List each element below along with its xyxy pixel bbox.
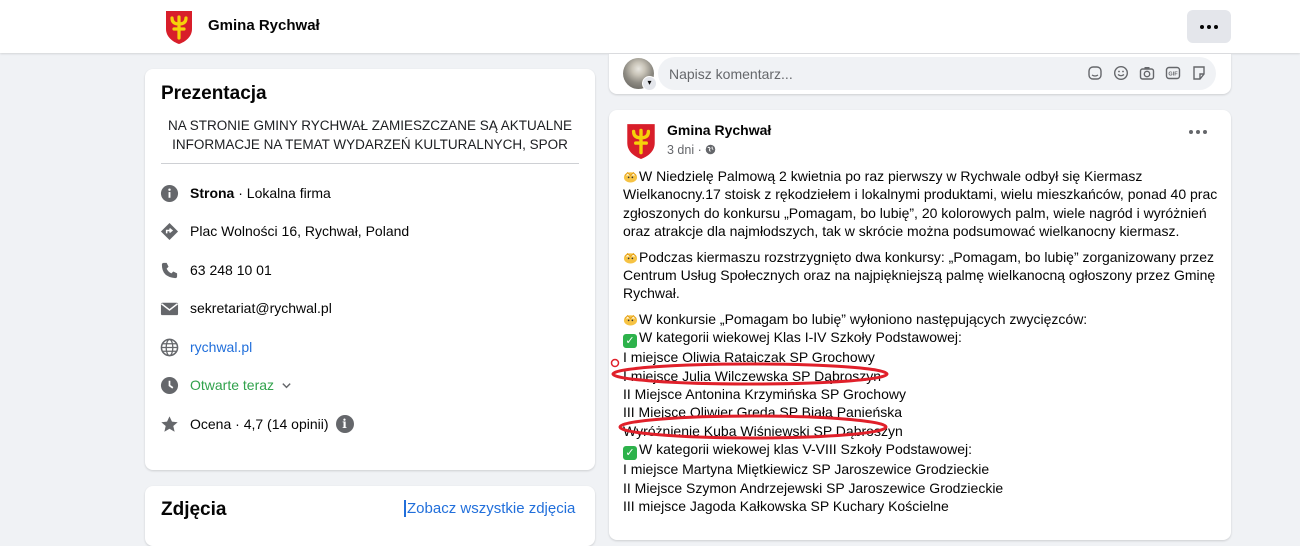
- chick-emoji-icon: [623, 314, 638, 326]
- address-row[interactable]: Plac Wolności 16, Rychwał, Poland: [159, 221, 409, 241]
- result-line: I miejsce Julia Wilczewska SP Dąbroszyn: [623, 367, 882, 384]
- more-dots-icon: [1200, 24, 1218, 29]
- phone-row[interactable]: 63 248 10 01: [159, 260, 272, 280]
- page-category: · Lokalna firma: [234, 185, 331, 201]
- rating-row: Ocena · 4,7 (14 opinii) i: [159, 414, 354, 434]
- top-bar: Gmina Rychwał: [0, 0, 1300, 53]
- info-circle-icon: [159, 183, 179, 203]
- post-timestamp[interactable]: 3 dni ·: [667, 143, 716, 157]
- svg-text:GIF: GIF: [1168, 72, 1178, 78]
- post-line: W Niedzielę Palmową 2 kwietnia po raz pi…: [639, 168, 1143, 184]
- page-type-row: Strona · Lokalna firma: [159, 183, 331, 203]
- intro-card: Prezentacja NA STRONIE GMINY RYCHWAŁ ZAM…: [145, 69, 595, 470]
- divider: [161, 163, 579, 164]
- result-line: I miejsce Oliwia Ratajczak SP Grochowy: [623, 349, 875, 366]
- post-paragraph: W Niedzielę Palmową 2 kwietnia po raz pi…: [623, 167, 1219, 241]
- results-list: W konkursie „Pomagam bo lubię” wyłoniono…: [623, 310, 1219, 516]
- sticker-icon[interactable]: [1191, 65, 1207, 81]
- result-line: II Miejsce Szymon Andrzejewski SP Jarosz…: [623, 479, 1004, 496]
- intro-description-line: INFORMACJE NA TEMAT WYDARZEŃ KULTURALNYC…: [172, 137, 568, 152]
- globe-icon: [705, 144, 716, 155]
- comment-tools: GIF: [1087, 65, 1207, 81]
- chevron-down-icon[interactable]: ▾: [642, 76, 657, 91]
- result-line: II Miejsce Antonina Krzymińska SP Grocho…: [623, 386, 906, 403]
- page-name[interactable]: Gmina Rychwał: [208, 17, 320, 34]
- star-icon: [159, 414, 179, 434]
- author-avatar-icon[interactable]: [625, 122, 657, 160]
- website-link[interactable]: rychwal.pl: [190, 339, 252, 355]
- post-card: Gmina Rychwał 3 dni · W Niedzielę Palmow…: [609, 110, 1231, 540]
- photos-title: Zdjęcia: [161, 499, 227, 520]
- post-author[interactable]: Gmina Rychwał: [667, 122, 771, 138]
- post-line: Wielkanocny.17 stoisk z rękodziełem i lo…: [623, 186, 1218, 203]
- category-heading: W kategorii wiekowej Klas I-IV Szkoły Po…: [639, 329, 962, 346]
- envelope-icon: [159, 298, 179, 318]
- comment-composer: ▾ Napisz komentarz... GIF: [609, 54, 1231, 94]
- post-options-icon[interactable]: [1189, 130, 1207, 134]
- intro-description: NA STRONIE GMINY RYCHWAŁ ZAMIESZCZANE SĄ…: [161, 116, 579, 154]
- post-line: zgłoszonych do konkursu „Pomagam, bo lub…: [623, 204, 1207, 221]
- intro-description-line: NA STRONIE GMINY RYCHWAŁ ZAMIESZCZANE SĄ…: [167, 118, 573, 133]
- intro-title: Prezentacja: [161, 83, 267, 104]
- post-paragraph: Podczas kiermaszu rozstrzygnięto dwa kon…: [623, 248, 1219, 303]
- see-all-photos-link[interactable]: Zobacz wszystkie zdjęcia: [404, 500, 575, 517]
- post-line: Centrum Usług Społecznych oraz na najpię…: [623, 267, 1216, 284]
- result-line: III miejsce Jagoda Kałkowska SP Kuchary …: [623, 498, 949, 515]
- photos-card: Zdjęcia Zobacz wszystkie zdjęcia: [145, 486, 595, 546]
- camera-icon[interactable]: [1139, 65, 1155, 81]
- comment-input[interactable]: Napisz komentarz... GIF: [658, 57, 1216, 90]
- check-mark-icon: ✓: [623, 446, 637, 461]
- phone-text[interactable]: 63 248 10 01: [190, 262, 272, 278]
- category-heading: W kategorii wiekowej klas V-VIII Szkoły …: [639, 441, 973, 458]
- globe-icon: [159, 337, 179, 357]
- chick-emoji-icon: [623, 171, 638, 183]
- post-line: Rychwał.: [623, 285, 680, 302]
- check-mark-icon: ✓: [623, 334, 637, 349]
- gif-icon[interactable]: GIF: [1165, 65, 1181, 81]
- email-row[interactable]: sekretariat@rychwal.pl: [159, 298, 332, 318]
- comment-placeholder: Napisz komentarz...: [669, 66, 793, 82]
- chick-emoji-icon: [623, 252, 638, 264]
- rating-text: Ocena · 4,7 (14 opinii): [190, 416, 329, 432]
- emoji-icon[interactable]: [1113, 65, 1129, 81]
- chevron-down-icon[interactable]: [281, 380, 292, 391]
- results-intro: W konkursie „Pomagam bo lubię” wyłoniono…: [639, 310, 1088, 327]
- avatar-sticker-icon[interactable]: [1087, 65, 1103, 81]
- clock-icon: [159, 375, 179, 395]
- result-line: III Miejsce Oliwier Greda SP Biała Panie…: [623, 404, 903, 421]
- more-options-button[interactable]: [1187, 10, 1231, 43]
- hours-row[interactable]: Otwarte teraz: [159, 375, 292, 395]
- directions-icon: [159, 221, 179, 241]
- phone-icon: [159, 260, 179, 280]
- website-row[interactable]: rychwal.pl: [159, 337, 252, 357]
- post-time-text[interactable]: 3 dni ·: [667, 143, 702, 157]
- post-body: W Niedzielę Palmową 2 kwietnia po raz pi…: [623, 167, 1219, 523]
- result-line: I miejsce Martyna Miętkiewicz SP Jarosze…: [623, 461, 990, 478]
- post-line: Podczas kiermaszu rozstrzygnięto dwa kon…: [639, 248, 1215, 265]
- email-text[interactable]: sekretariat@rychwal.pl: [190, 300, 332, 316]
- result-line: Wyróżnienie Kuba Wiśniewski SP Dąbroszyn: [623, 422, 903, 439]
- coat-of-arms-logo-icon[interactable]: [164, 9, 194, 45]
- page-type-label: Strona: [190, 185, 235, 201]
- open-now-status[interactable]: Otwarte teraz: [190, 377, 274, 393]
- post-line: oraz atrakcje dla najmłodszych, tak w sk…: [623, 223, 1180, 240]
- rating-info-icon[interactable]: i: [335, 415, 354, 433]
- address-text[interactable]: Plac Wolności 16, Rychwał, Poland: [190, 223, 409, 239]
